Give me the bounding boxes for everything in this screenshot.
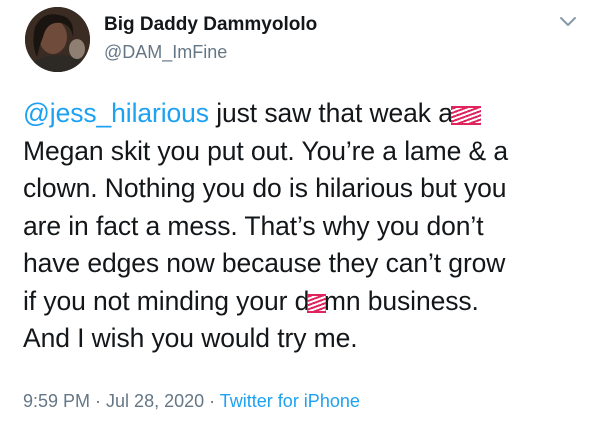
tweet-text-segment: mn business. xyxy=(323,285,479,316)
tweet-line: if you not minding your damn business. xyxy=(23,283,588,321)
tweet-line: are in fact a mess. That’s why you don’t xyxy=(23,210,484,241)
tweet-line: clown. Nothing you do is hilarious but y… xyxy=(23,173,507,203)
separator-dot: · xyxy=(90,391,107,411)
author-handle[interactable]: @DAM_ImFine xyxy=(104,42,227,63)
tweet-metadata: 9:59 PM · Jul 28, 2020 · Twitter for iPh… xyxy=(23,391,360,412)
avatar-photo xyxy=(25,7,90,72)
tweet-line: have edges now because they can’t grow xyxy=(23,248,506,278)
chevron-down-icon[interactable] xyxy=(558,14,578,30)
tweet-source-link[interactable]: Twitter for iPhone xyxy=(220,391,360,411)
tweet-text: @jess_hilarious just saw that weak ass M… xyxy=(23,95,588,358)
separator-dot: · xyxy=(204,391,220,411)
author-display-name[interactable]: Big Daddy Dammyololo xyxy=(104,14,317,36)
tweet-time[interactable]: 9:59 PM xyxy=(23,391,90,411)
tweet-date[interactable]: Jul 28, 2020 xyxy=(106,391,204,411)
mention-link[interactable]: @jess_hilarious xyxy=(23,98,209,128)
tweet-line: @jess_hilarious just saw that weak ass xyxy=(23,95,588,133)
tweet-text-segment: just saw that weak a xyxy=(208,98,453,128)
tweet-line: And I wish you would try me. xyxy=(23,323,358,353)
avatar[interactable] xyxy=(25,7,90,72)
tweet-text-segment: if you not minding your d xyxy=(23,285,310,316)
tweet-line: Megan skit you put out. You’re a lame & … xyxy=(23,135,508,166)
censor-scribble: a xyxy=(307,283,326,321)
censor-scribble: ss xyxy=(450,95,482,133)
tweet-card: Big Daddy Dammyololo @DAM_ImFine @jess_h… xyxy=(0,0,595,426)
